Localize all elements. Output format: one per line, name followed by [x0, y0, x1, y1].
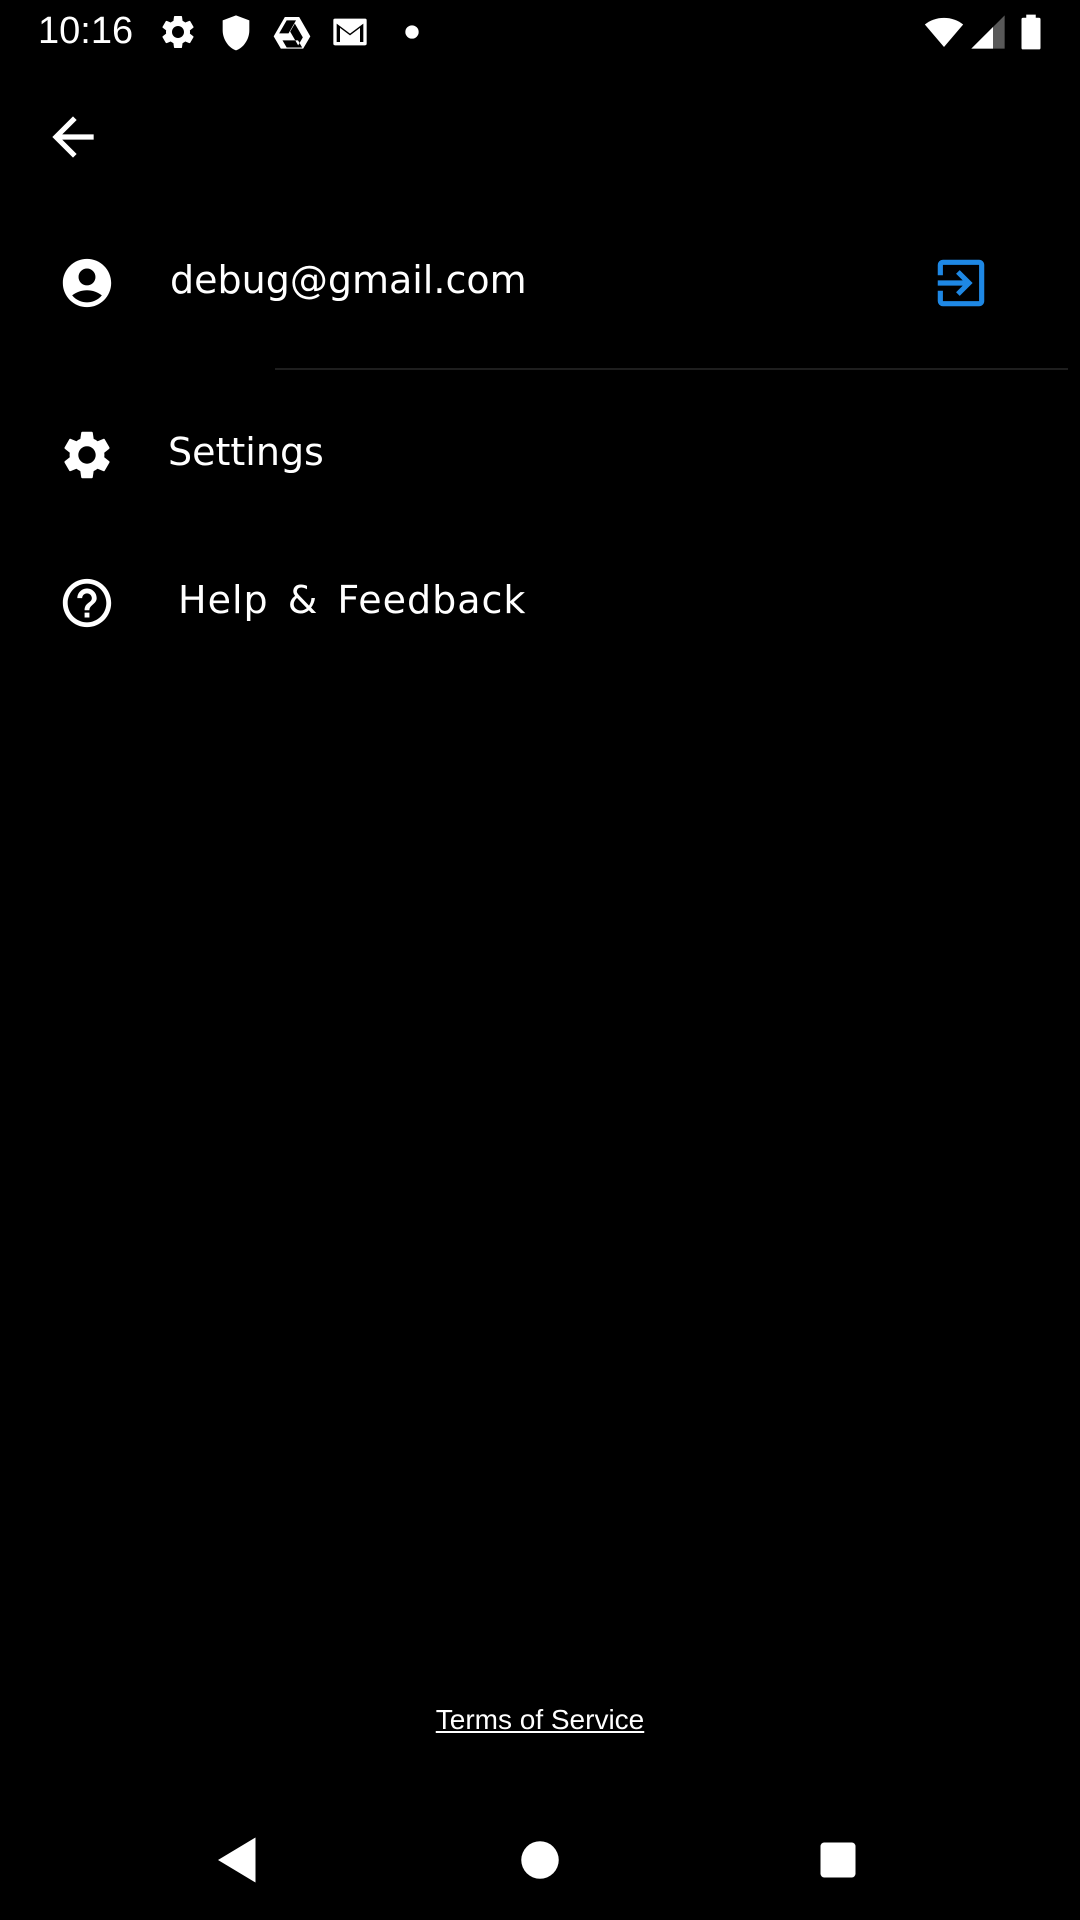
gear-icon: [58, 426, 116, 484]
cell-signal-icon: [968, 12, 1008, 52]
gear-icon: [158, 12, 198, 52]
dot-icon: [392, 12, 432, 52]
terms-of-service-link[interactable]: Terms of Service: [0, 1700, 1080, 1740]
recents-square-icon[interactable]: [808, 1830, 868, 1890]
account-row[interactable]: debug@gmail.com: [0, 222, 1080, 342]
wifi-icon: [922, 12, 966, 52]
status-bar: 10:16: [0, 0, 1080, 63]
menu-item-settings[interactable]: Settings: [0, 394, 1080, 514]
account-action-button[interactable]: [930, 252, 992, 314]
shield-icon: [216, 12, 256, 52]
account-email: debug@gmail.com: [170, 258, 527, 302]
account-circle-icon: [58, 254, 116, 312]
menu-item-label: Settings: [168, 430, 324, 474]
help-circle-icon: [58, 574, 116, 632]
menu-item-label: Help & Feedback: [178, 578, 527, 622]
divider: [275, 368, 1068, 370]
menu-item-help-feedback[interactable]: Help & Feedback: [0, 542, 1080, 662]
home-circle-icon[interactable]: [510, 1830, 570, 1890]
status-time: 10:16: [38, 10, 134, 52]
gmail-icon: [330, 12, 370, 52]
arrow-back-icon: [42, 106, 104, 168]
battery-icon: [1012, 12, 1050, 52]
back-triangle-icon[interactable]: [208, 1830, 268, 1890]
drive-icon: [272, 12, 312, 52]
sign-in-icon: [930, 252, 992, 314]
back-button[interactable]: [42, 106, 104, 168]
navigation-bar: [0, 1800, 1080, 1920]
